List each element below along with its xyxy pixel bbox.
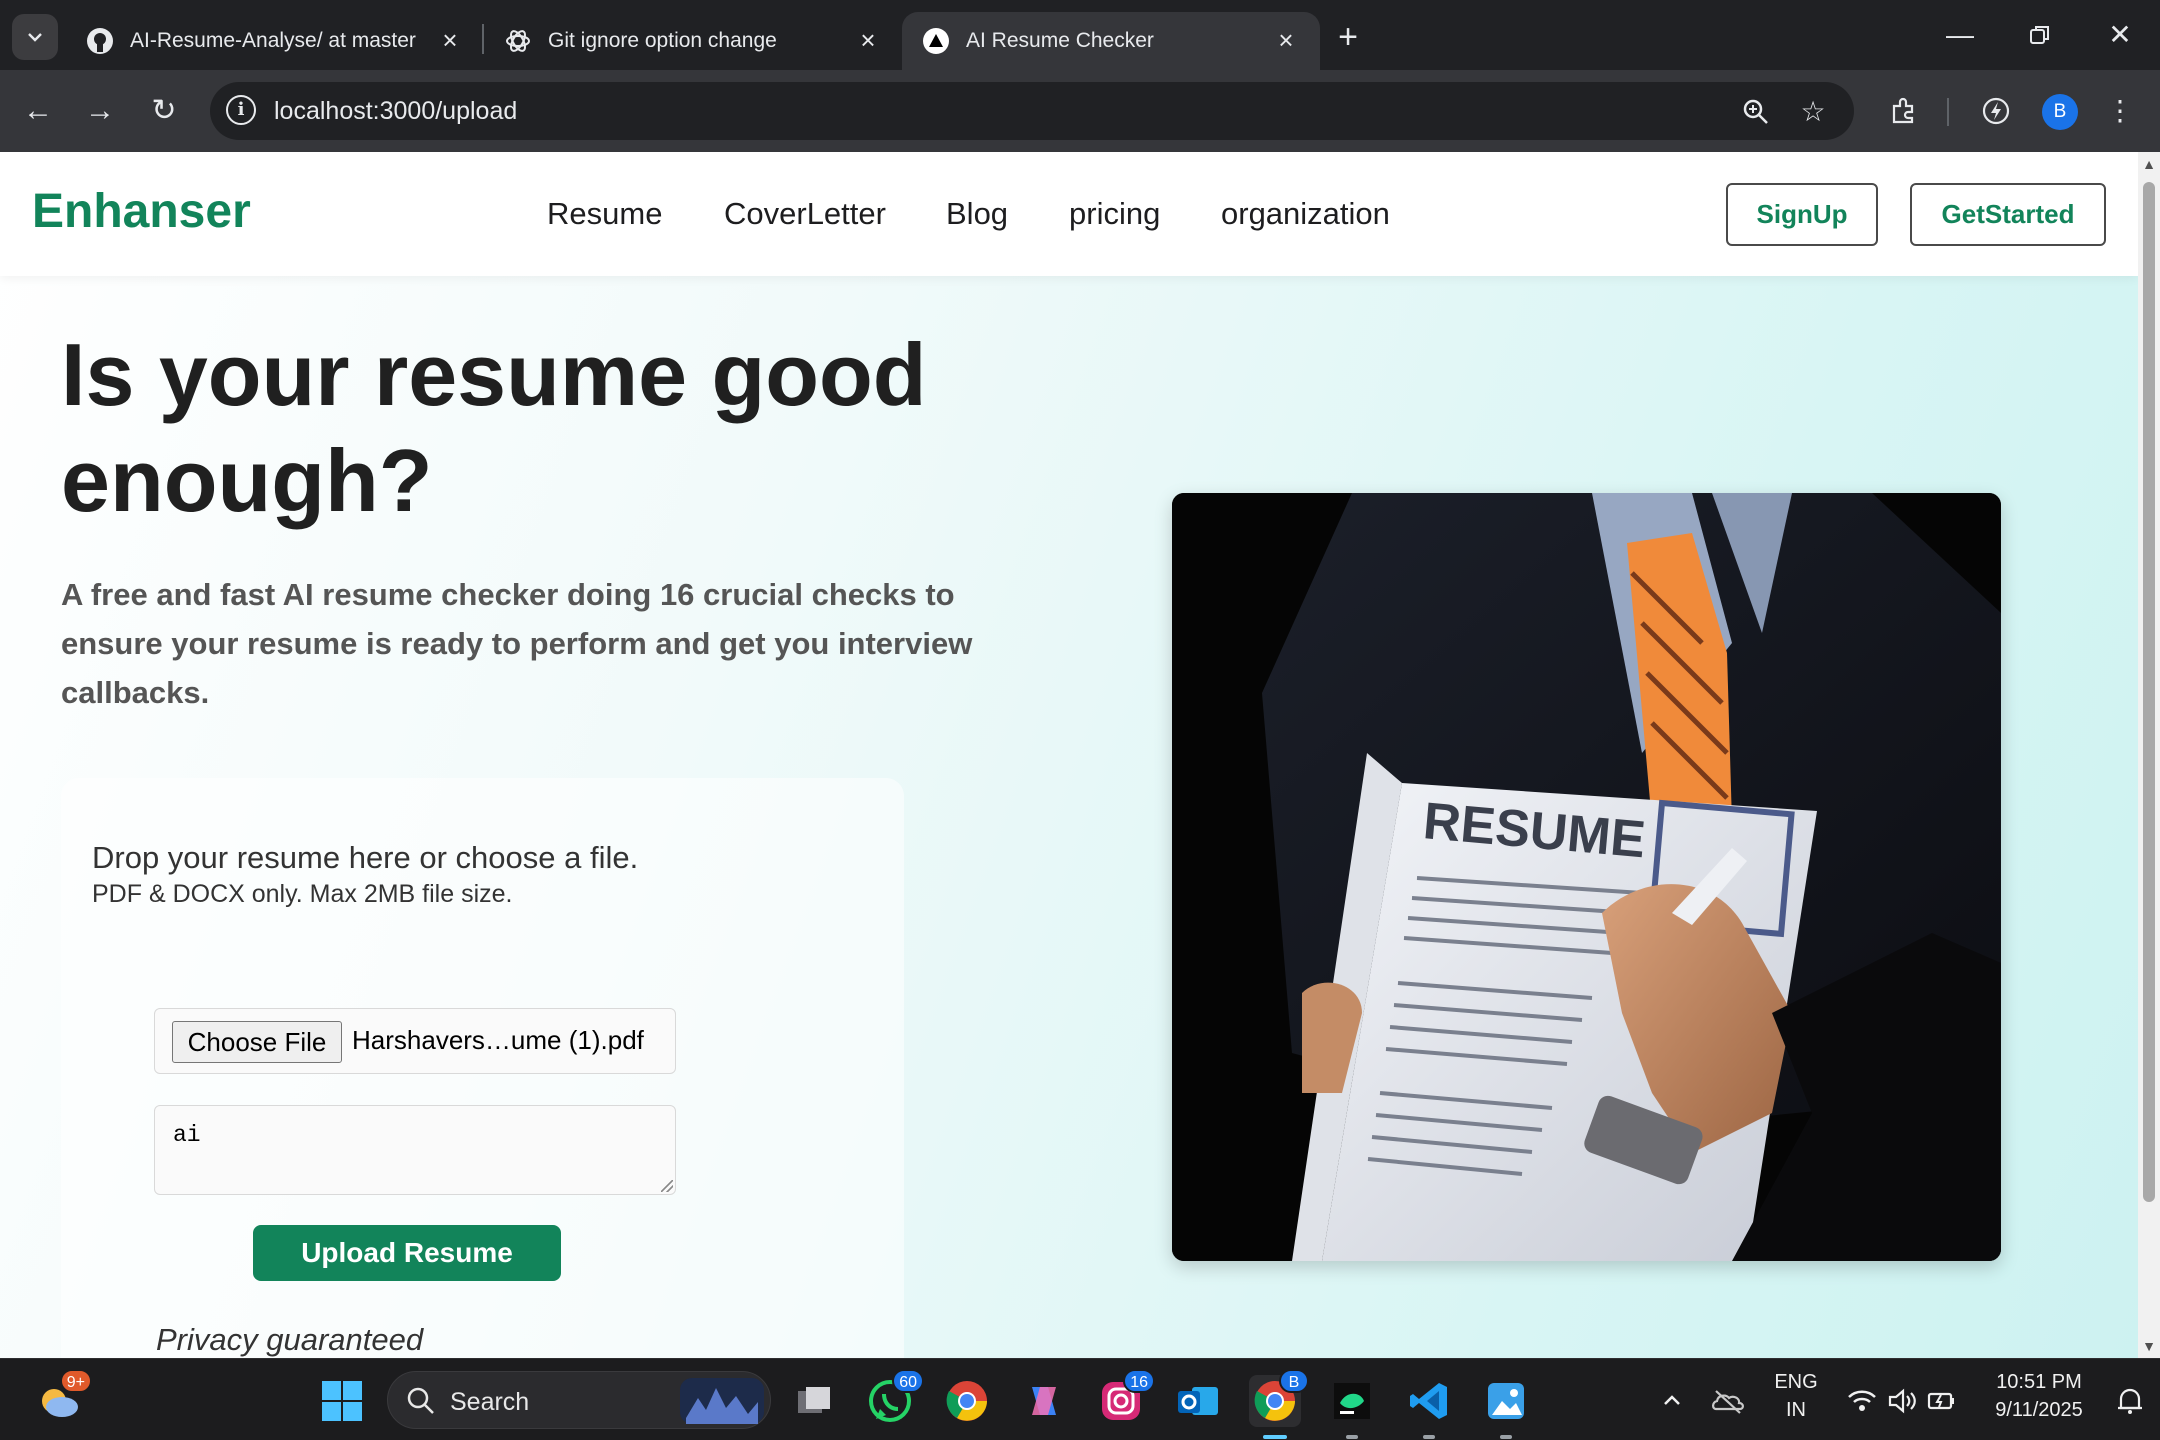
get-started-button[interactable]: GetStarted	[1910, 183, 2106, 246]
restore-icon[interactable]	[2010, 10, 2070, 60]
tab-title: Git ignore option change	[548, 29, 777, 52]
chrome-icon[interactable]	[941, 1375, 993, 1427]
running-indicator	[1500, 1435, 1512, 1439]
clock-time[interactable]: 10:51 PM	[1974, 1371, 2104, 1394]
onedrive-icon[interactable]	[1702, 1375, 1754, 1427]
copilot-icon[interactable]	[1018, 1375, 1070, 1427]
browser-tab-bar: AI-Resume-Analyse/ at master × Git ignor…	[0, 0, 2160, 70]
chevron-down-icon	[28, 33, 42, 42]
vscode-icon[interactable]	[1403, 1375, 1455, 1439]
battery-icon[interactable]	[1916, 1375, 1968, 1427]
upload-card: Drop your resume here or choose a file. …	[61, 778, 904, 1358]
job-description-textarea[interactable]: ai	[154, 1105, 676, 1195]
chrome-profile-badge: B	[1279, 1369, 1309, 1393]
scroll-up-icon[interactable]: ▲	[2141, 156, 2157, 172]
nav-coverletter[interactable]: CoverLetter	[724, 196, 886, 232]
notification-badge: 9+	[59, 1369, 92, 1393]
profile-avatar[interactable]: B	[2042, 94, 2078, 130]
tab-title: AI-Resume-Analyse/ at master	[130, 29, 416, 52]
nav-resume[interactable]: Resume	[547, 196, 662, 232]
hero-title: Is your resume good enough?	[61, 325, 927, 530]
whatsapp-icon[interactable]: 60	[864, 1369, 924, 1427]
privacy-note: Privacy guaranteed	[156, 1322, 424, 1357]
browser-tab[interactable]: AI-Resume-Analyse/ at master ×	[66, 12, 484, 70]
github-icon	[86, 27, 114, 55]
notification-center-icon[interactable]	[2104, 1375, 2156, 1427]
performance-icon[interactable]	[1974, 89, 2018, 133]
back-icon[interactable]: ←	[16, 89, 60, 133]
file-input[interactable]: Choose File Harshavers…ume (1).pdf	[154, 1008, 676, 1074]
weather-widget-icon[interactable]: 9+	[32, 1369, 92, 1427]
close-icon[interactable]: ×	[1272, 27, 1300, 55]
search-highlight-icon	[680, 1378, 764, 1424]
language-indicator[interactable]: ENG	[1766, 1371, 1826, 1394]
close-icon[interactable]: ×	[854, 27, 882, 55]
nav-organization[interactable]: organization	[1221, 196, 1390, 232]
nav-pricing[interactable]: pricing	[1069, 196, 1160, 232]
nav-blog[interactable]: Blog	[946, 196, 1008, 232]
textarea-value[interactable]: ai	[173, 1122, 201, 1148]
resume-hero-image: RESUME	[1172, 493, 2001, 1261]
running-indicator	[1423, 1435, 1435, 1439]
browser-tab-active[interactable]: AI Resume Checker ×	[902, 12, 1320, 70]
resize-handle[interactable]	[661, 1180, 673, 1192]
outlook-icon[interactable]	[1172, 1375, 1224, 1427]
chrome-profile-icon[interactable]: B	[1249, 1369, 1309, 1439]
active-indicator	[1263, 1435, 1287, 1439]
scroll-down-icon[interactable]: ▼	[2141, 1338, 2157, 1354]
upload-resume-button[interactable]: Upload Resume	[253, 1225, 561, 1281]
choose-file-button[interactable]: Choose File	[172, 1021, 342, 1063]
task-view-icon[interactable]	[788, 1375, 840, 1427]
hero-subtitle: A free and fast AI resume checker doing …	[61, 577, 973, 710]
zoom-icon[interactable]	[1736, 92, 1776, 132]
windows-start-icon[interactable]	[316, 1375, 368, 1427]
more-menu-icon[interactable]: ⋮	[2098, 89, 2142, 133]
signup-button[interactable]: SignUp	[1726, 183, 1878, 246]
instagram-badge: 16	[1123, 1369, 1155, 1393]
chevron-up-icon[interactable]	[1646, 1375, 1698, 1427]
address-bar[interactable]: i localhost:3000/upload ☆	[210, 82, 1854, 140]
page-scrollbar[interactable]: ▲ ▼	[2138, 152, 2160, 1358]
taskbar-search[interactable]: Search	[387, 1371, 771, 1429]
new-tab-button[interactable]: +	[1326, 16, 1370, 60]
chatgpt-icon	[504, 27, 532, 55]
clock-date[interactable]: 9/11/2025	[1974, 1399, 2104, 1422]
reload-icon[interactable]: ↻	[142, 89, 186, 133]
search-placeholder: Search	[450, 1388, 530, 1416]
windows-taskbar: 9+ Search 60 16 B ENG IN 10:51 PM 9/11/2…	[0, 1358, 2160, 1440]
tab-title: AI Resume Checker	[966, 29, 1154, 52]
instagram-icon[interactable]: 16	[1095, 1369, 1155, 1427]
close-window-icon[interactable]: ✕	[2090, 10, 2150, 60]
drop-zone-title: Drop your resume here or choose a file.	[92, 840, 639, 875]
brand-logo[interactable]: Enhanser	[32, 184, 251, 239]
bookmark-star-icon[interactable]: ☆	[1793, 92, 1833, 132]
region-indicator[interactable]: IN	[1766, 1399, 1826, 1422]
page-viewport: Enhanser Resume CoverLetter Blog pricing…	[0, 152, 2138, 1358]
forward-icon[interactable]: →	[78, 89, 122, 133]
browser-toolbar: ← → ↻ i localhost:3000/upload ☆ ⋮	[0, 70, 2160, 152]
browser-tab[interactable]: Git ignore option change ×	[484, 12, 902, 70]
scrollbar-thumb[interactable]	[2143, 182, 2155, 1202]
site-header: Enhanser Resume CoverLetter Blog pricing…	[0, 152, 2138, 276]
drop-zone-note: PDF & DOCX only. Max 2MB file size.	[92, 880, 513, 908]
site-info-icon[interactable]: i	[226, 95, 256, 125]
minimize-icon[interactable]: —	[1930, 10, 1990, 60]
pycharm-icon[interactable]	[1326, 1375, 1378, 1439]
url-text[interactable]: localhost:3000/upload	[274, 97, 517, 126]
running-indicator	[1346, 1435, 1358, 1439]
search-icon	[407, 1387, 434, 1414]
photos-icon[interactable]	[1480, 1375, 1532, 1439]
extensions-icon[interactable]	[1882, 89, 1926, 133]
app-triangle-icon	[922, 27, 950, 55]
toolbar-separator	[1947, 98, 1949, 126]
whatsapp-badge: 60	[892, 1369, 924, 1393]
close-icon[interactable]: ×	[436, 27, 464, 55]
selected-file-name: Harshavers…ume (1).pdf	[352, 1025, 644, 1055]
tab-search-button[interactable]	[12, 14, 58, 60]
